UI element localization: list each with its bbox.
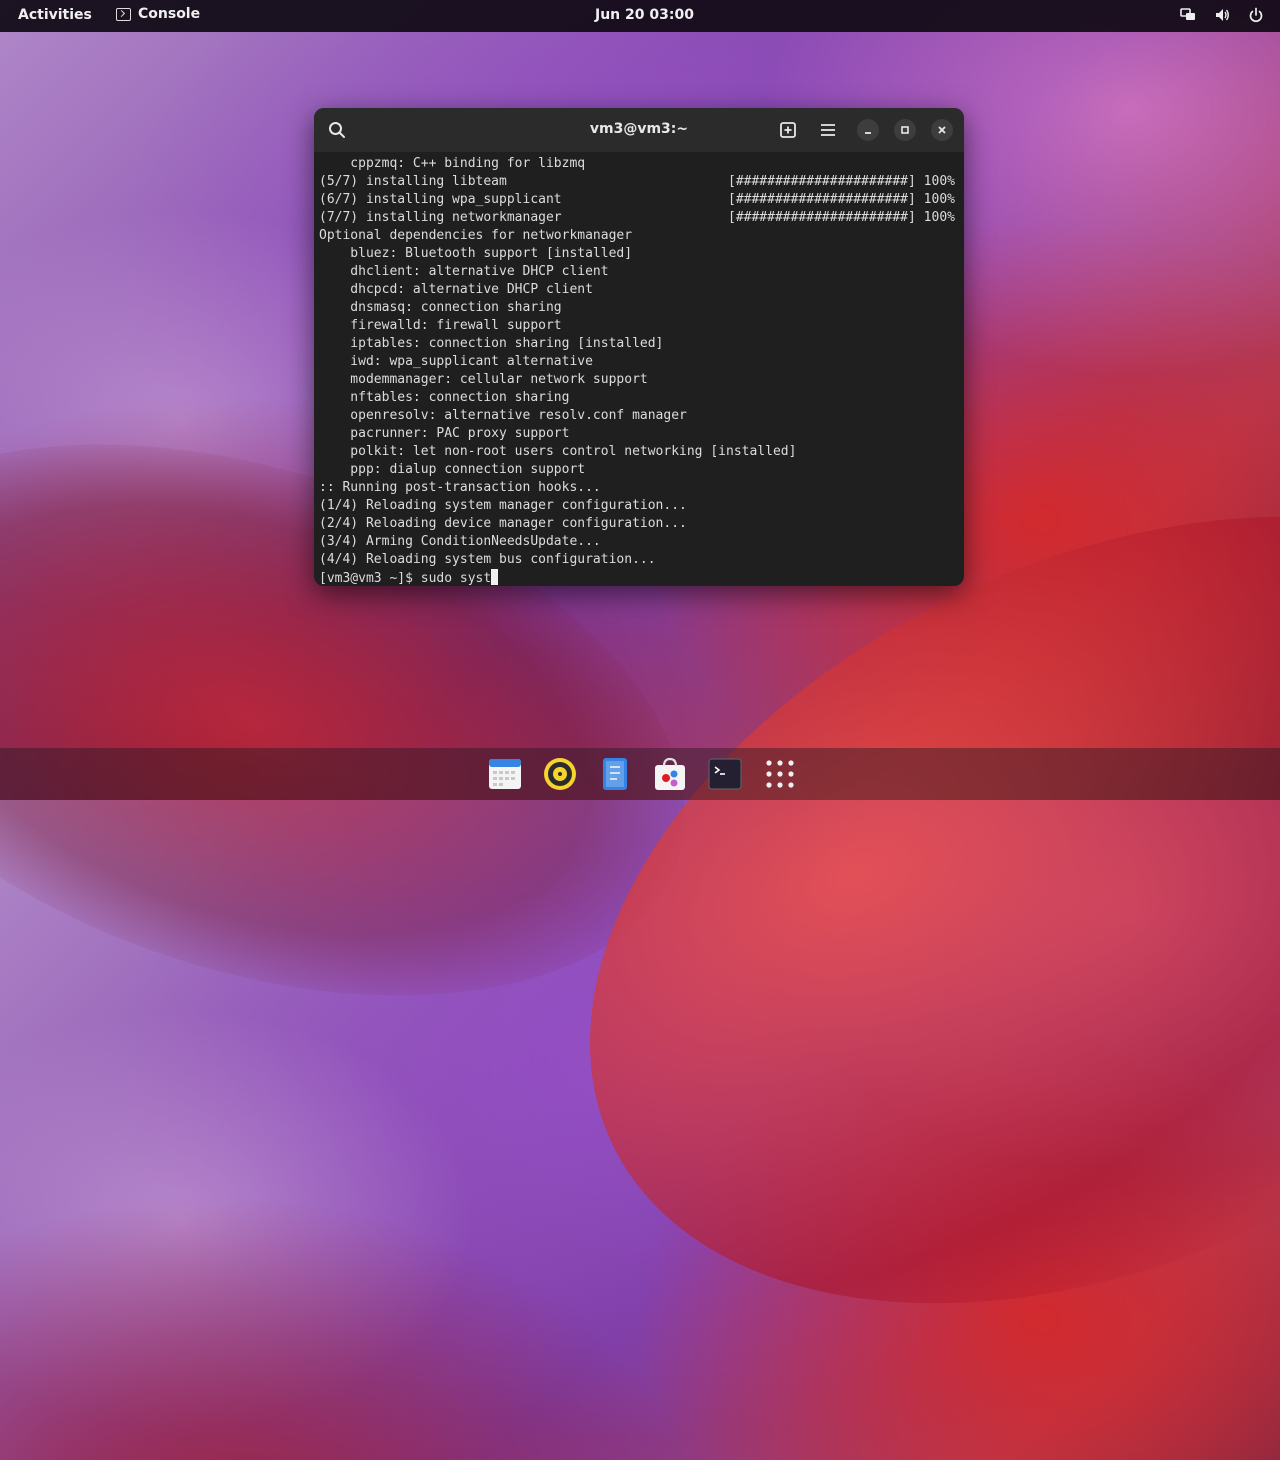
terminal-line: :: Running post-transaction hooks... <box>319 479 959 497</box>
minimize-button[interactable] <box>857 119 879 141</box>
dash-dock <box>0 748 1280 800</box>
terminal-line-text: Optional dependencies for networkmanager <box>319 228 633 243</box>
terminal-icon <box>116 7 131 21</box>
terminal-output[interactable]: cppzmq: C++ binding for libzmq (5/7) inst… <box>314 152 964 586</box>
text-cursor <box>491 569 499 585</box>
command-input[interactable]: sudo syst <box>421 571 491 586</box>
terminal-line: dhclient: alternative DHCP client <box>319 263 959 281</box>
terminal-line: pacrunner: PAC proxy support <box>319 425 959 443</box>
terminal-line-text: iptables: connection sharing [installed] <box>319 336 664 351</box>
terminal-line-text: bluez: Bluetooth support [installed] <box>319 246 633 261</box>
app-menu-button[interactable]: Console <box>116 6 200 22</box>
window-titlebar[interactable]: vm3@vm3:~ <box>314 108 964 152</box>
terminal-line-text: modemmanager: cellular network support <box>319 372 648 387</box>
terminal-line-text: (1/4) Reloading system manager configura… <box>319 498 687 513</box>
terminal-line-text: firewalld: firewall support <box>319 318 562 333</box>
terminal-line: Optional dependencies for networkmanager <box>319 227 959 245</box>
terminal-line: (4/4) Reloading system bus configuration… <box>319 551 959 569</box>
app-menu-label: Console <box>138 6 201 22</box>
terminal-line: polkit: let non-root users control netwo… <box>319 443 959 461</box>
terminal-line-text: (2/4) Reloading device manager configura… <box>319 516 687 531</box>
terminal-line: bluez: Bluetooth support [installed] <box>319 245 959 263</box>
terminal-line-text: (7/7) installing networkmanager <box>319 210 562 225</box>
terminal-line-text: nftables: connection sharing <box>319 390 570 405</box>
terminal-line: openresolv: alternative resolv.conf mana… <box>319 407 959 425</box>
terminal-line-text: dhcpcd: alternative DHCP client <box>319 282 593 297</box>
terminal-line: (7/7) installing networkmanager [########… <box>319 209 959 227</box>
terminal-line-text: pacrunner: PAC proxy support <box>319 426 570 441</box>
terminal-line: iptables: connection sharing [installed] <box>319 335 959 353</box>
power-icon <box>1249 7 1263 23</box>
terminal-line: cppzmq: C++ binding for libzmq <box>319 155 959 173</box>
maximize-icon <box>901 126 909 134</box>
minimize-icon <box>865 132 871 134</box>
volume-icon <box>1216 9 1229 21</box>
new-tab-button[interactable] <box>777 119 799 141</box>
top-bar: Activities Console Jun 20 03:00 <box>0 0 1280 32</box>
progress-bar-text: [######################] 100% <box>728 174 955 189</box>
system-tray[interactable] <box>1180 7 1264 23</box>
terminal-line: firewalld: firewall support <box>319 317 959 335</box>
progress-bar-text: [######################] 100% <box>728 210 955 225</box>
terminal-line-text: (4/4) Reloading system bus configuration… <box>319 552 656 567</box>
prompt-line[interactable]: [vm3@vm3 ~]$ sudo syst <box>319 569 959 586</box>
terminal-line-text: iwd: wpa_supplicant alternative <box>319 354 593 369</box>
terminal-window[interactable]: vm3@vm3:~ cppzmq: C++ binding for libzmq… <box>314 108 964 586</box>
new-tab-icon <box>780 122 796 138</box>
network-icon <box>1180 8 1195 20</box>
terminal-line: dhcpcd: alternative DHCP client <box>319 281 959 299</box>
terminal-line: modemmanager: cellular network support <box>319 371 959 389</box>
terminal-line: (6/7) installing wpa_supplicant [########… <box>319 191 959 209</box>
terminal-line-text: (6/7) installing wpa_supplicant <box>319 192 562 207</box>
terminal-line-text: polkit: let non-root users control netwo… <box>319 444 797 459</box>
progress-bar-text: [######################] 100% <box>728 192 955 207</box>
terminal-line: (5/7) installing libteam [###############… <box>319 173 959 191</box>
terminal-line-text: dnsmasq: connection sharing <box>319 300 562 315</box>
clock-button[interactable]: Jun 20 03:00 <box>595 7 694 23</box>
terminal-line: ppp: dialup connection support <box>319 461 959 479</box>
software-store-icon[interactable] <box>653 757 687 791</box>
terminal-line: nftables: connection sharing <box>319 389 959 407</box>
console-icon[interactable] <box>708 757 742 791</box>
main-menu-button[interactable] <box>817 119 839 141</box>
terminal-line-text: (5/7) installing libteam <box>319 174 507 189</box>
calendar-icon[interactable] <box>488 757 522 791</box>
hamburger-menu-icon <box>821 124 835 136</box>
terminal-line-text: dhclient: alternative DHCP client <box>319 264 609 279</box>
close-icon <box>938 126 946 134</box>
maximize-button[interactable] <box>894 119 916 141</box>
terminal-line-text: cppzmq: C++ binding for libzmq <box>319 156 586 171</box>
app-grid-icon[interactable] <box>763 757 797 791</box>
terminal-line-text: ppp: dialup connection support <box>319 462 586 477</box>
rhythmbox-icon[interactable] <box>543 757 577 791</box>
terminal-line: (2/4) Reloading device manager configura… <box>319 515 959 533</box>
terminal-line: iwd: wpa_supplicant alternative <box>319 353 959 371</box>
close-button[interactable] <box>931 119 953 141</box>
text-editor-icon[interactable] <box>598 757 632 791</box>
terminal-line-text: (3/4) Arming ConditionNeedsUpdate... <box>319 534 601 549</box>
shell-prompt: [vm3@vm3 ~]$ <box>319 571 421 586</box>
activities-button[interactable]: Activities <box>18 7 92 23</box>
terminal-line-text: openresolv: alternative resolv.conf mana… <box>319 408 687 423</box>
terminal-line: (1/4) Reloading system manager configura… <box>319 497 959 515</box>
terminal-line-text: :: Running post-transaction hooks... <box>319 480 601 495</box>
terminal-line: (3/4) Arming ConditionNeedsUpdate... <box>319 533 959 551</box>
terminal-line: dnsmasq: connection sharing <box>319 299 959 317</box>
